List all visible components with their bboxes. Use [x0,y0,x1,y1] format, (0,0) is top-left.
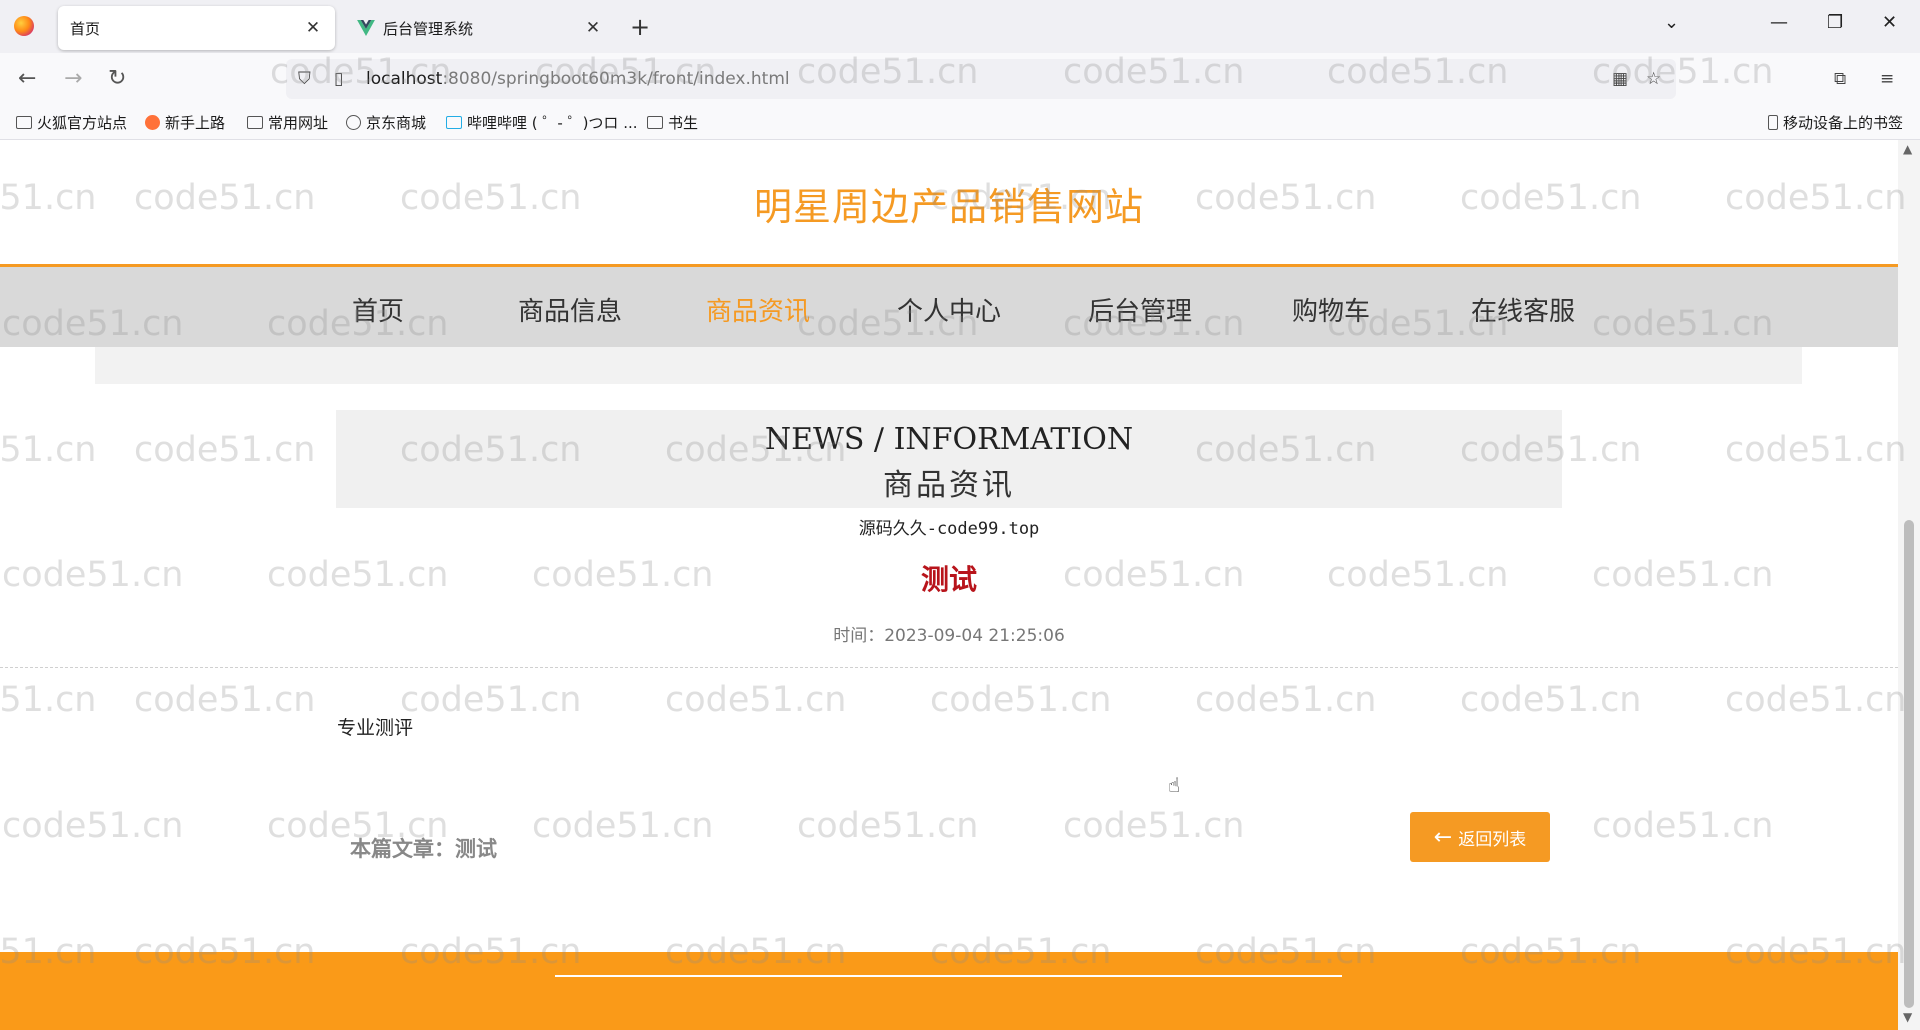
menu-item-profile[interactable]: 个人中心 [897,291,1001,328]
reload-icon[interactable]: ↻ [108,66,126,91]
firefox-logo-icon[interactable] [14,16,34,36]
folder-icon [16,116,32,129]
banner-strip [95,347,1802,384]
bookmark-item[interactable]: 书生 [647,112,698,133]
bookmark-label: 火狐官方站点 [37,114,128,132]
mobile-bookmarks[interactable]: 移动设备上的书签 [1768,112,1903,133]
bookmark-item[interactable]: 火狐官方站点 [16,112,127,133]
bookmark-label: 新手上路 [165,114,226,132]
scroll-thumb[interactable] [1904,520,1914,1008]
tab-admin[interactable]: 后台管理系统 ✕ [345,6,615,50]
vue-logo-icon [357,20,375,36]
scroll-up-icon[interactable]: ▲ [1903,142,1912,156]
extensions-icon[interactable]: ⧉ [1834,69,1846,89]
article-body: 专业测评 [337,717,414,739]
shield-icon[interactable]: ⛉ [298,69,311,89]
current-article-label[interactable]: 本篇文章：测试 [350,833,497,863]
page-info-icon[interactable]: ▯ [334,69,343,89]
browser-tab-bar: 首页 ✕ 后台管理系统 ✕ + ⌄ — ❐ ✕ [0,0,1920,53]
section-title-box: NEWS / INFORMATION 商品资讯 [336,410,1562,508]
bookmark-item[interactable]: 哔哩哔哩 ( ゜- ゜)つロ ... [446,112,638,133]
url-host: localhost [366,69,443,89]
back-arrow-icon[interactable]: ← [18,66,36,91]
tab-home[interactable]: 首页 ✕ [58,6,335,50]
footer [0,952,1898,1030]
bookmark-label: 常用网址 [268,114,329,132]
menu-item-news[interactable]: 商品资讯 [706,291,810,328]
menu-item-service[interactable]: 在线客服 [1471,291,1575,328]
bookmark-item[interactable]: 京东商城 [346,112,426,133]
web-page: 明星周边产品销售网站 首页 商品信息 商品资讯 个人中心 后台管理 购物车 在线… [0,140,1898,1030]
footer-line [555,975,1342,977]
main-menu: 首页 商品信息 商品资讯 个人中心 后台管理 购物车 在线客服 [0,267,1898,347]
section-title-cn: 商品资讯 [883,468,1015,503]
menu-hamburger-icon[interactable]: ≡ [1880,69,1894,89]
bookmark-star-icon[interactable]: ☆ [1646,69,1661,89]
mobile-device-icon [1768,115,1778,130]
article-title: 测试 [920,563,977,596]
url-text[interactable]: localhost:8080/springboot60m3k/front/ind… [366,69,790,89]
restore-icon[interactable]: ❐ [1827,12,1843,33]
menu-item-cart[interactable]: 购物车 [1292,291,1370,328]
minimize-icon[interactable]: — [1770,12,1788,33]
article-time: 时间：2023-09-04 21:25:06 [833,626,1065,646]
promo-text: 源码久久-code99.top [858,519,1040,539]
bookmark-label: 移动设备上的书签 [1783,114,1904,132]
qr-code-icon[interactable]: ▦ [1612,69,1628,89]
close-icon[interactable]: ✕ [303,18,323,38]
site-title: 明星周边产品销售网站 [753,185,1144,229]
close-icon[interactable]: ✕ [583,18,603,38]
firefox-icon [145,115,160,130]
menu-item-products[interactable]: 商品信息 [518,291,622,328]
forward-arrow-icon[interactable]: → [64,66,82,91]
menu-item-admin[interactable]: 后台管理 [1088,291,1192,328]
bilibili-icon [446,116,462,129]
back-to-list-label: 返回列表 [1458,829,1527,850]
bookmark-label: 书生 [668,114,699,132]
tab-label: 后台管理系统 [383,19,474,38]
tab-list-chevron-icon[interactable]: ⌄ [1664,12,1679,33]
bookmark-item[interactable]: 常用网址 [247,112,328,133]
globe-icon [346,115,361,130]
folder-icon [647,116,663,129]
tab-label: 首页 [70,19,101,38]
section-title-en: NEWS / INFORMATION [764,422,1134,457]
page-scrollbar[interactable]: ▲ ▼ [1898,140,1920,1030]
bookmark-label: 哔哩哔哩 ( ゜- ゜)つロ ... [467,114,638,132]
left-arrow-icon: ← [1433,824,1453,850]
url-path: :8080/springboot60m3k/front/index.html [442,69,790,89]
hand-cursor-icon: ☝ [1168,773,1181,797]
back-to-list-button[interactable]: ← 返回列表 [1410,812,1550,862]
scroll-down-icon[interactable]: ▼ [1903,1010,1912,1024]
menu-item-home[interactable]: 首页 [352,291,404,328]
article-divider [0,667,1898,668]
bookmark-label: 京东商城 [366,114,427,132]
new-tab-icon[interactable]: + [630,13,650,41]
bookmark-item[interactable]: 新手上路 [145,112,225,133]
window-close-icon[interactable]: ✕ [1882,12,1897,33]
folder-icon [247,116,263,129]
